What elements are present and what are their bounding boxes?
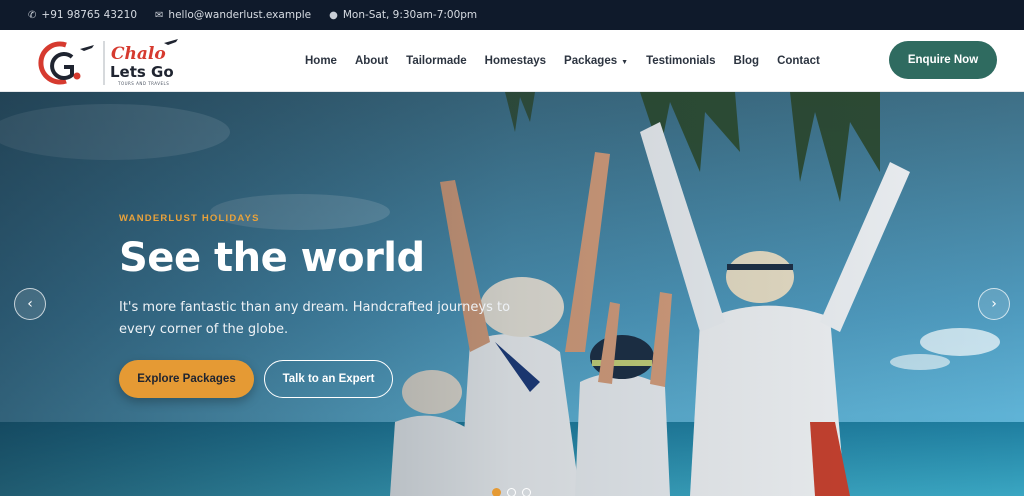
hero-eyebrow: WANDERLUST HOLIDAYS xyxy=(119,213,260,224)
slider-prev-button[interactable]: ‹ xyxy=(14,288,46,320)
topbar-phone[interactable]: ✆ +91 98765 43210 xyxy=(28,9,137,21)
phone-text: +91 98765 43210 xyxy=(41,9,138,21)
email-text: hello@wanderlust.example xyxy=(168,9,312,21)
main-nav: Home About Tailormade Homestays Packages… xyxy=(305,30,820,92)
slider-dots xyxy=(492,488,531,496)
talk-to-expert-button[interactable]: Talk to an Expert xyxy=(264,360,393,398)
caret-down-icon: ▼ xyxy=(621,59,629,66)
phone-icon: ✆ xyxy=(28,9,37,21)
explore-packages-button[interactable]: Explore Packages xyxy=(119,360,254,398)
brand-logo[interactable]: Chalo Lets Go TOURS AND TRAVELS xyxy=(36,35,186,89)
hours-text: Mon-Sat, 9:30am-7:00pm xyxy=(342,9,478,21)
clock-icon: ● xyxy=(329,9,338,21)
svg-text:Lets Go: Lets Go xyxy=(110,63,174,81)
nav-packages-dropdown[interactable]: Packages ▼ xyxy=(564,55,628,67)
slider-dot-1[interactable] xyxy=(492,488,501,496)
nav-contact[interactable]: Contact xyxy=(777,55,820,67)
top-info-bar: ✆ +91 98765 43210 ✉ hello@wanderlust.exa… xyxy=(0,0,1024,30)
site-header: Chalo Lets Go TOURS AND TRAVELS Home Abo… xyxy=(0,30,1024,92)
nav-about[interactable]: About xyxy=(355,55,388,67)
nav-home[interactable]: Home xyxy=(305,55,337,67)
hero-subtitle: It's more fantastic than any dream. Hand… xyxy=(119,300,511,337)
hero-title: See the world xyxy=(119,235,425,281)
nav-blog[interactable]: Blog xyxy=(734,55,760,67)
chevron-right-icon: › xyxy=(991,296,997,312)
nav-packages-label: Packages xyxy=(564,55,618,67)
nav-tailormade[interactable]: Tailormade xyxy=(406,55,467,67)
hero-content: WANDERLUST HOLIDAYS See the world It's m… xyxy=(119,213,510,398)
topbar-email[interactable]: ✉ hello@wanderlust.example xyxy=(155,9,311,21)
nav-testimonials[interactable]: Testimonials xyxy=(646,55,715,67)
slider-dot-3[interactable] xyxy=(522,488,531,496)
nav-homestays[interactable]: Homestays xyxy=(485,55,546,67)
mail-icon: ✉ xyxy=(155,9,164,21)
slider-next-button[interactable]: › xyxy=(978,288,1010,320)
enquire-now-button[interactable]: Enquire Now xyxy=(889,41,997,79)
topbar-hours: ● Mon-Sat, 9:30am-7:00pm xyxy=(329,9,477,21)
hero-slider: WANDERLUST HOLIDAYS See the world It's m… xyxy=(0,92,1024,496)
svg-text:Chalo: Chalo xyxy=(111,44,166,64)
hero-background-image xyxy=(0,92,1024,496)
svg-text:TOURS AND TRAVELS: TOURS AND TRAVELS xyxy=(117,81,169,86)
slider-dot-2[interactable] xyxy=(507,488,516,496)
logo-graphic: Chalo Lets Go TOURS AND TRAVELS xyxy=(38,39,178,86)
chevron-left-icon: ‹ xyxy=(27,296,33,312)
